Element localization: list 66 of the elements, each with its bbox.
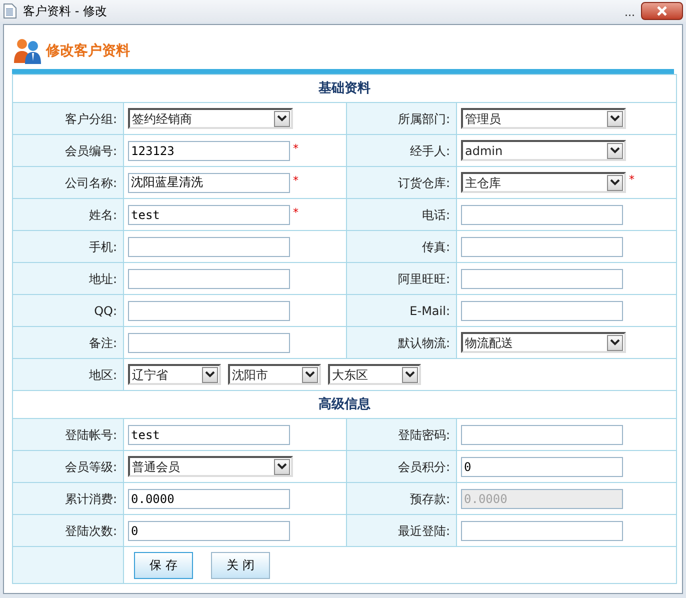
input-field[interactable]: 123123 [128,140,290,160]
field-label: 姓名: [88,208,117,222]
close-button[interactable] [641,2,683,20]
field-label: 地址: [88,272,117,286]
dropdown[interactable]: 沈阳市 [228,364,321,385]
field-label: QQ: [94,304,117,318]
field-label: 订货仓库: [398,176,450,190]
field-label: 最近登陆: [398,524,450,538]
field-label: 经手人: [410,144,450,158]
required-mark: * [629,172,634,188]
field-label: E-Mail: [410,304,450,318]
section-title: 基础资料 [318,80,370,96]
input-field[interactable]: test [128,204,290,224]
field-label: 地区: [88,368,117,382]
close-icon [657,6,667,16]
page-heading: 修改客户资料 [46,42,130,60]
dropdown[interactable]: 普通会员 [128,456,293,477]
input-field[interactable] [461,424,623,444]
required-mark: * [293,204,298,220]
input-field[interactable] [461,268,623,288]
input-field[interactable]: 0 [128,520,290,540]
overflow-text: ... [624,4,635,21]
field-label: 公司名称: [64,176,117,190]
field-label: 默认物流: [398,336,450,350]
input-field[interactable] [461,204,623,224]
input-field[interactable] [461,300,623,320]
dropdown[interactable]: 主仓库 [461,172,626,193]
field-label: 所属部门: [398,112,450,126]
input-field[interactable] [461,236,623,256]
field-label: 会员积分: [398,460,450,474]
input-field[interactable] [128,268,290,288]
field-label: 预存款: [410,492,450,506]
form-button[interactable]: 保 存 [134,552,193,578]
field-label: 登陆次数: [64,524,117,538]
input-field[interactable]: 0 [461,456,623,476]
input-field[interactable] [461,520,623,540]
dropdown[interactable]: 管理员 [461,108,626,129]
field-label: 会员编号: [64,144,117,158]
field-label: 登陆密码: [398,428,450,442]
input-field[interactable]: test [128,424,290,444]
field-label: 登陆帐号: [64,428,117,442]
dropdown[interactable]: 辽宁省 [128,364,221,385]
dropdown[interactable]: admin [461,140,626,161]
input-field[interactable] [128,236,290,256]
input-field[interactable]: 沈阳蓝星清洗 [128,172,290,192]
field-label: 传真: [422,240,450,254]
field-label: 累计消费: [64,492,117,506]
field-label: 阿里旺旺: [398,272,450,286]
field-label: 客户分组: [64,112,117,126]
required-mark: * [293,140,298,156]
section-title: 高级信息 [318,396,370,412]
window-title: 客户资料 - 修改 [23,3,107,20]
document-icon [3,3,17,19]
input-field[interactable] [128,332,290,352]
field-label: 手机: [88,240,117,254]
field-label: 电话: [422,208,450,222]
dropdown[interactable]: 大东区 [328,364,421,385]
field-label: 备注: [88,336,117,350]
dropdown[interactable]: 物流配送 [461,332,626,353]
form-button[interactable]: 关 闭 [211,552,270,578]
users-icon [12,37,44,65]
dropdown[interactable]: 签约经销商 [128,108,293,129]
input-field[interactable] [128,300,290,320]
required-mark: * [293,172,298,188]
input-field[interactable]: 0.0000 [128,488,290,508]
field-label: 会员等级: [64,460,117,474]
